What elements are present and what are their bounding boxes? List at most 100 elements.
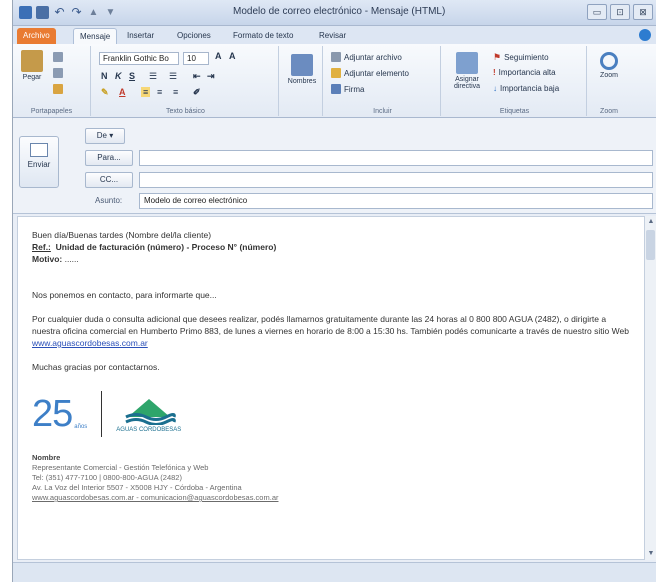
ribbon-tabs: Archivo Mensaje Insertar Opciones Format… <box>13 26 656 44</box>
basic-text-group: Franklin Gothic Bo 10 A A N K S ☰ ☰ ⇤ ⇥ … <box>93 46 279 116</box>
flag-icon: ⚑ <box>493 52 502 62</box>
signature-button[interactable]: Firma <box>331 84 364 94</box>
ref-label: Ref.: <box>32 242 51 252</box>
aguas-logo: AGUAS CORDOBESAS <box>116 395 181 433</box>
signature-links[interactable]: www.aguascordobesas.com.ar - comunicacio… <box>32 493 630 503</box>
include-group-label: Incluir <box>373 108 392 115</box>
cc-field[interactable] <box>139 172 653 188</box>
signature-label: Firma <box>344 84 365 94</box>
to-button[interactable]: Para... <box>85 150 133 166</box>
magnifier-icon <box>600 52 618 70</box>
grow-font-icon[interactable]: A <box>215 51 222 61</box>
tab-archivo[interactable]: Archivo <box>17 28 56 44</box>
follow-up-label: Seguimiento <box>504 53 549 62</box>
indent-icon[interactable]: ⇤ <box>193 71 201 82</box>
paste-button[interactable]: Pegar <box>19 50 45 81</box>
logo-brand-text: AGUAS CORDOBESAS <box>116 427 182 433</box>
up-arrow-icon[interactable]: ▲ <box>87 6 100 19</box>
exclamation-icon: ! <box>493 68 496 77</box>
low-importance-button[interactable]: ↓ Importancia baja <box>493 84 559 93</box>
from-label: De <box>96 131 107 140</box>
copy-icon[interactable] <box>53 68 63 78</box>
align-center-icon[interactable]: ≡ <box>157 87 162 97</box>
format-painter-icon[interactable] <box>53 84 63 94</box>
scroll-thumb[interactable] <box>646 230 655 260</box>
font-name-select[interactable]: Franklin Gothic Bo <box>99 52 179 65</box>
tab-revisar[interactable]: Revisar <box>313 28 352 44</box>
app-icon[interactable] <box>19 6 32 19</box>
outdent-icon[interactable]: ⇥ <box>207 71 215 82</box>
high-importance-button[interactable]: ! Importancia alta <box>493 68 556 77</box>
zoom-group: Zoom Zoom <box>589 46 629 116</box>
scroll-up-icon[interactable]: ▲ <box>645 216 656 228</box>
message-body[interactable]: Buen día/Buenas tardes (Nombre del/la cl… <box>17 216 645 560</box>
align-left-icon[interactable]: ≡ <box>141 87 151 97</box>
minimize-button[interactable]: ▭ <box>587 4 607 20</box>
font-color-icon[interactable]: A <box>119 87 126 97</box>
save-icon[interactable] <box>36 6 49 19</box>
assign-policy-label: Asignar directiva <box>453 76 481 90</box>
tab-formato-texto[interactable]: Formato de texto <box>227 28 299 44</box>
web-link[interactable]: www.aguascordobesas.com.ar <box>32 338 148 348</box>
from-button[interactable]: De ▾ <box>85 128 125 144</box>
subject-field[interactable]: Modelo de correo electrónico <box>139 193 653 209</box>
down-arrow-importance-icon: ↓ <box>493 84 497 93</box>
intro-text: Nos ponemos en contacto, para informarte… <box>32 290 217 300</box>
clear-format-icon[interactable]: ✐ <box>193 87 201 98</box>
tab-opciones[interactable]: Opciones <box>171 28 217 44</box>
logo-years: años <box>74 423 88 430</box>
bullets-icon[interactable]: ☰ <box>149 71 157 82</box>
close-button[interactable]: ⊠ <box>633 4 653 20</box>
body-scrollbar[interactable]: ▲ ▼ <box>644 216 656 560</box>
names-label: Nombres <box>287 78 317 85</box>
window-title: Modelo de correo electrónico - Mensaje (… <box>233 6 446 17</box>
include-group: Adjuntar archivo Adjuntar elemento Firma… <box>325 46 441 116</box>
send-button[interactable]: Enviar <box>19 136 59 188</box>
attach-item-button[interactable]: Adjuntar elemento <box>331 68 409 78</box>
to-field[interactable] <box>139 150 653 166</box>
underline-icon[interactable]: S <box>129 71 135 81</box>
assign-policy-button[interactable]: Asignar directiva <box>447 52 487 90</box>
subject-label: Asunto: <box>95 196 123 205</box>
greeting-text: Buen día/Buenas tardes (Nombre del/la cl… <box>32 230 212 240</box>
tags-group: Asignar directiva ⚑ Seguimiento ! Import… <box>443 46 587 116</box>
redo-icon[interactable]: ↷ <box>70 6 83 19</box>
align-right-icon[interactable]: ≡ <box>173 87 178 97</box>
tab-insertar[interactable]: Insertar <box>121 28 160 44</box>
follow-up-button[interactable]: ⚑ Seguimiento <box>493 52 549 63</box>
web-text: También podés comunicarte a través de nu… <box>410 326 629 336</box>
highlight-icon[interactable]: ✎ <box>101 87 109 98</box>
cc-button[interactable]: CC... <box>85 172 133 188</box>
zoom-button[interactable]: Zoom <box>593 52 625 79</box>
ribbon: Pegar Portapapeles Franklin Gothic Bo 10… <box>13 44 656 118</box>
names-group: Nombres <box>281 46 323 116</box>
shrink-font-icon[interactable]: A <box>229 51 236 61</box>
bold-icon[interactable]: N <box>101 71 108 81</box>
envelope-attach-icon <box>331 68 341 78</box>
tab-mensaje[interactable]: Mensaje <box>73 28 118 44</box>
undo-icon[interactable]: ↶ <box>53 6 66 19</box>
zoom-group-label: Zoom <box>600 108 618 115</box>
send-envelope-icon <box>30 143 48 157</box>
italic-icon[interactable]: K <box>115 71 122 81</box>
cut-icon[interactable] <box>53 52 63 62</box>
scroll-down-icon[interactable]: ▼ <box>645 548 656 560</box>
ref-value: Unidad de facturación (número) - Proceso… <box>55 242 277 252</box>
numbering-icon[interactable]: ☰ <box>169 71 177 82</box>
help-icon[interactable] <box>639 29 651 41</box>
attach-file-button[interactable]: Adjuntar archivo <box>331 52 402 62</box>
anniversary-logo: 25 años <box>32 393 87 436</box>
down-arrow-icon[interactable]: ▼ <box>104 6 117 19</box>
thanks-text: Muchas gracias por contactarnos. <box>32 362 160 372</box>
font-size-select[interactable]: 10 <box>183 52 209 65</box>
tags-group-label: Etiquetas <box>499 108 530 115</box>
water-wave-icon <box>125 399 176 426</box>
logo-divider <box>101 391 103 437</box>
motivo-value: ...... <box>64 254 79 264</box>
names-button[interactable]: Nombres <box>285 54 319 85</box>
status-bar <box>13 562 656 582</box>
maximize-button[interactable]: ⊡ <box>610 4 630 20</box>
policy-icon <box>456 52 478 74</box>
title-bar: ↶ ↷ ▲ ▼ Modelo de correo electrónico - M… <box>13 0 656 26</box>
quick-access-toolbar: ↶ ↷ ▲ ▼ <box>19 6 117 19</box>
